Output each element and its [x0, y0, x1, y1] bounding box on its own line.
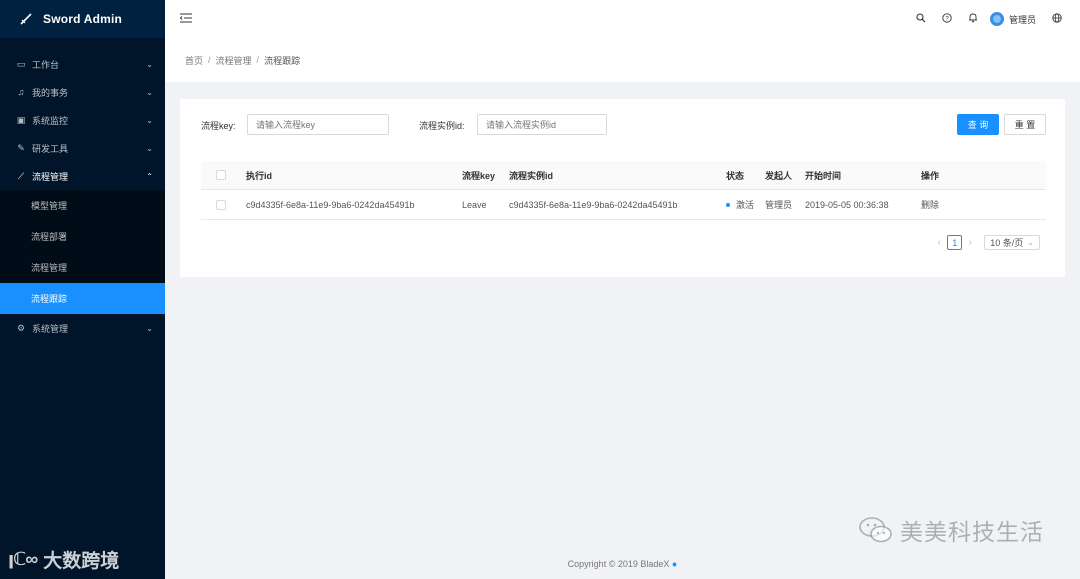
search-icon[interactable]: [908, 12, 934, 26]
page-size-value: 10 条/页: [990, 238, 1024, 248]
col-status: 状态: [726, 170, 745, 181]
watermark-logo-icon: ꞁℂ∞: [8, 549, 38, 569]
row-select-cell: [216, 190, 226, 219]
col-exec-id: 执行id: [246, 170, 272, 181]
chevron-up-icon: ⌃: [146, 171, 153, 181]
instance-id-label: 流程实例id:: [419, 121, 465, 131]
sidebar-item-devtools[interactable]: ✎ 研发工具 ⌄: [0, 134, 165, 162]
avatar: [989, 12, 1004, 26]
watermark-left-text: 大数跨境: [43, 551, 120, 572]
pagination: ‹ 1 › 10 条/页 ⌄: [933, 235, 1040, 250]
breadcrumb-separator: /: [208, 55, 211, 65]
chevron-down-icon: ⌄: [1027, 238, 1034, 247]
chevron-down-icon: ⌄: [146, 59, 153, 69]
main-card: 流程key: 流程实例id: 查 询 重 置 执行id 流程key 流程实例id…: [180, 99, 1065, 277]
breadcrumb-flow[interactable]: 流程管理: [216, 54, 252, 67]
sidebar: Sword Admin ▭ 工作台 ⌄ ♫ 我的事务 ⌄ ▣ 系统监控 ⌄ ✎ …: [0, 0, 165, 579]
data-table: 执行id 流程key 流程实例id 状态 发起人 开始时间 操作 c9d4335…: [201, 161, 1046, 220]
cell-initiator: 管理员: [765, 200, 793, 210]
menu-fold-icon[interactable]: [179, 12, 192, 26]
col-process-key: 流程key: [462, 170, 496, 181]
flow-icon: ⟋: [17, 170, 25, 181]
wechat-icon: [858, 515, 894, 545]
breadcrumb: 首页 / 流程管理 / 流程跟踪: [165, 38, 1080, 82]
row-checkbox[interactable]: [216, 199, 226, 210]
status-dot: [726, 202, 730, 207]
instance-id-input[interactable]: [477, 114, 607, 135]
col-initiator: 发起人: [765, 170, 793, 181]
wrench-icon: ✎: [17, 142, 25, 153]
globe-icon[interactable]: [1044, 12, 1070, 26]
chevron-down-icon: ⌄: [146, 115, 153, 125]
sidebar-item-label: 研发工具: [32, 143, 69, 154]
sidebar-subitem-deploy[interactable]: 流程部署: [0, 221, 165, 252]
cell-instance-id: c9d4335f-6e8a-11e9-9ba6-0242da45491b: [509, 199, 678, 210]
cell-start-time: 2019-05-05 00:36:38: [805, 199, 889, 210]
page-number[interactable]: 1: [947, 235, 963, 250]
chart-icon: ▣: [16, 114, 26, 125]
sword-icon: [18, 11, 34, 27]
chevron-down-icon: ⌄: [146, 87, 153, 97]
cell-process-key: Leave: [462, 199, 487, 210]
logo[interactable]: Sword Admin: [0, 0, 165, 38]
header-actions: ? 管理员: [908, 0, 1070, 38]
sidebar-item-workbench[interactable]: ▭ 工作台 ⌄: [0, 50, 165, 78]
breadcrumb-current: 流程跟踪: [264, 55, 301, 66]
delete-link[interactable]: 删除: [921, 190, 939, 219]
top-header: ? 管理员: [165, 0, 1080, 38]
bell-icon: ♫: [17, 87, 25, 97]
sidebar-subitem-model[interactable]: 模型管理: [0, 190, 165, 221]
prev-page-icon[interactable]: ‹: [933, 237, 945, 248]
watermark-right-text: 美美科技生活: [900, 519, 1044, 545]
copyright-text: Copyright © 2019 BladeX: [567, 559, 670, 569]
col-start-time: 开始时间: [805, 170, 842, 181]
breadcrumb-home[interactable]: 首页: [185, 54, 203, 67]
sidebar-item-flow[interactable]: ⟋ 流程管理 ⌃: [0, 162, 165, 190]
watermark-left: ꞁℂ∞ 大数跨境: [8, 546, 119, 573]
monitor-icon: ▭: [16, 58, 26, 69]
search-form: 流程key: 流程实例id: 查 询 重 置: [201, 114, 1046, 136]
footer: Copyright © 2019 BladeX ●: [165, 559, 1080, 569]
status-badge: 激活: [736, 200, 755, 210]
sidebar-subitem-manage[interactable]: 流程管理: [0, 252, 165, 283]
select-all-checkbox[interactable]: [216, 170, 226, 180]
sidebar-item-label: 系统监控: [32, 115, 69, 126]
process-key-label: 流程key:: [201, 121, 236, 131]
select-all-cell: [216, 161, 226, 189]
github-icon[interactable]: ●: [672, 559, 677, 569]
chevron-down-icon: ⌄: [146, 143, 153, 153]
flow-submenu: 模型管理 流程部署 流程管理 流程跟踪: [0, 190, 165, 314]
sidebar-subitem-track[interactable]: 流程跟踪: [0, 283, 165, 314]
user-menu[interactable]: 管理员: [989, 12, 1036, 26]
col-instance-id: 流程实例id: [509, 170, 553, 181]
gear-icon: ⚙: [16, 322, 26, 333]
sidebar-item-monitor[interactable]: ▣ 系统监控 ⌄: [0, 106, 165, 134]
page-size-select[interactable]: 10 条/页 ⌄: [984, 235, 1040, 250]
sidebar-item-label: 系统管理: [32, 323, 69, 334]
query-button[interactable]: 查 询: [957, 114, 999, 135]
app-title: Sword Admin: [43, 12, 123, 26]
table-header: 执行id 流程key 流程实例id 状态 发起人 开始时间 操作: [201, 161, 1046, 190]
next-page-icon[interactable]: ›: [964, 237, 976, 248]
breadcrumb-separator: /: [256, 55, 260, 65]
sidebar-item-label: 我的事务: [32, 87, 69, 98]
col-actions: 操作: [921, 170, 940, 181]
side-menu: ▭ 工作台 ⌄ ♫ 我的事务 ⌄ ▣ 系统监控 ⌄ ✎ 研发工具 ⌄ ⟋ 流程管…: [0, 50, 165, 342]
bell-icon[interactable]: [960, 12, 986, 26]
sidebar-item-label: 流程管理: [32, 171, 69, 182]
table-row: c9d4335f-6e8a-11e9-9ba6-0242da45491b Lea…: [201, 190, 1046, 220]
username: 管理员: [1008, 14, 1036, 25]
sidebar-item-label: 工作台: [32, 59, 60, 70]
sidebar-item-my-affairs[interactable]: ♫ 我的事务 ⌄: [0, 78, 165, 106]
help-icon[interactable]: ?: [934, 12, 960, 26]
cell-exec-id: c9d4335f-6e8a-11e9-9ba6-0242da45491b: [246, 199, 415, 210]
watermark-right: 美美科技生活: [858, 513, 1044, 547]
reset-button[interactable]: 重 置: [1004, 114, 1046, 135]
sidebar-item-system[interactable]: ⚙ 系统管理 ⌄: [0, 314, 165, 342]
chevron-down-icon: ⌄: [146, 323, 153, 333]
process-key-input[interactable]: [247, 114, 389, 135]
cell-status: 激活: [726, 190, 754, 219]
